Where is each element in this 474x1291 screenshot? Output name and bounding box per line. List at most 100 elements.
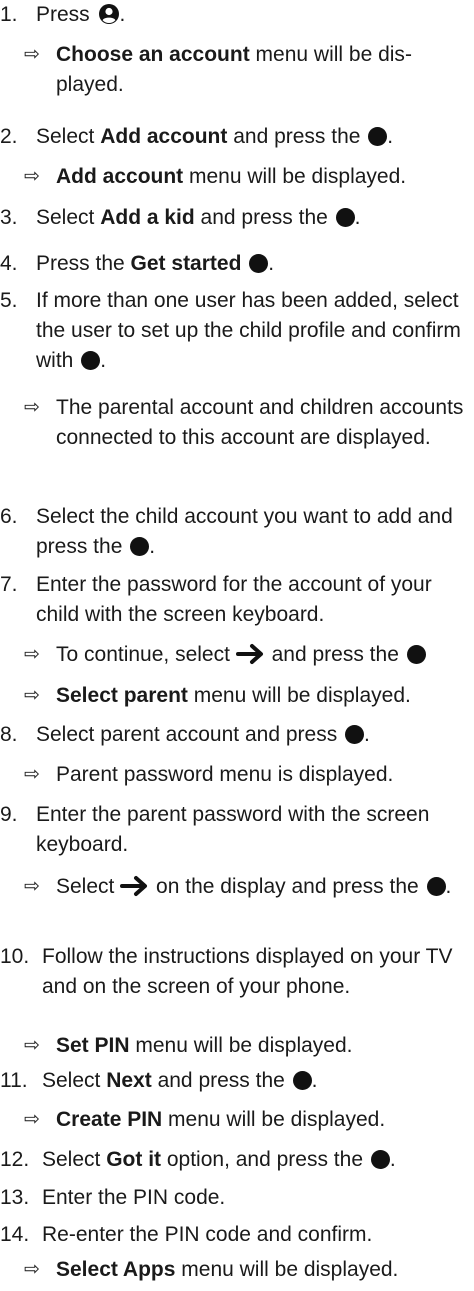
ok-button-icon <box>426 877 446 896</box>
text-run: Select <box>42 1148 107 1171</box>
step-number: 6. <box>0 505 18 528</box>
step-item: 10. Follow the instructions displayed on … <box>0 942 470 1002</box>
text-run <box>241 252 247 275</box>
ok-button-icon <box>406 645 426 664</box>
item-text: Select parent account and press . <box>36 723 370 746</box>
step-number: 5. <box>0 289 18 312</box>
text-run: Follow the instructions displayed on you… <box>42 945 453 998</box>
step-number: 1. <box>0 3 18 26</box>
ok-button-icon <box>368 127 388 146</box>
text-run: . <box>149 535 156 558</box>
result-arrow-icon: ⇨ <box>24 644 40 665</box>
step-item: 11. Select Next and press the . <box>0 1066 470 1096</box>
text-run: The parental account and children ac­cou… <box>56 396 464 449</box>
text-run: Enter the parent password with the scree… <box>36 803 430 856</box>
item-text: Enter the PIN code. <box>42 1186 225 1209</box>
menu-name: Add a kid <box>100 206 195 229</box>
instruction-list: 1. Press . ⇨ Choose an account menu will be… <box>0 0 474 1291</box>
text-run: Parent password menu is displayed. <box>56 763 394 786</box>
ok-button-icon <box>249 254 269 273</box>
text-run: Enter the password for the account of yo… <box>36 573 432 626</box>
result-item: ⇨ Set PIN menu will be displayed. <box>0 1031 470 1061</box>
item-text: Select Next and press the . <box>42 1069 318 1092</box>
item-text: Set PIN menu will be displayed. <box>56 1034 352 1057</box>
text-run: and press the <box>227 125 367 148</box>
result-item: ⇨ Select on the display and press the . <box>0 872 470 902</box>
step-item: 5. If more than one user has been added, … <box>0 286 470 376</box>
item-text: Parent password menu is displayed. <box>56 763 393 786</box>
result-arrow-icon: ⇨ <box>24 397 40 418</box>
step-number: 10. <box>0 945 30 968</box>
item-text: Select the child account you want to add… <box>36 505 453 558</box>
text-run: . <box>364 723 370 746</box>
text-run: and press the <box>265 643 405 666</box>
ok-button-icon <box>81 351 101 370</box>
text-run: on the display and press the <box>150 875 425 898</box>
item-text: The parental account and children ac­cou… <box>56 396 463 449</box>
text-run: Press the <box>36 252 131 275</box>
step-item: 2. Select Add account and press the . <box>0 122 470 152</box>
menu-name: Set PIN <box>56 1034 130 1057</box>
result-arrow-icon: ⇨ <box>24 44 40 65</box>
text-run: and press the <box>194 206 334 229</box>
text-run: Press <box>36 3 96 26</box>
profile-icon <box>98 4 119 24</box>
menu-name: Select parent <box>56 684 188 707</box>
text-run: . <box>100 349 107 372</box>
text-run: Select parent account and press <box>36 723 344 746</box>
step-number: 9. <box>0 803 18 826</box>
result-arrow-icon: ⇨ <box>24 876 40 897</box>
step-item: 4. Press the Get started . <box>0 249 470 279</box>
text-run: Select <box>36 206 101 229</box>
result-arrow-icon: ⇨ <box>24 1259 40 1280</box>
result-arrow-icon: ⇨ <box>24 764 40 785</box>
result-item: ⇨ Select Apps menu will be displayed. <box>0 1255 470 1285</box>
menu-name: Choose an account <box>56 43 250 66</box>
right-arrow-icon <box>235 644 263 664</box>
step-item: 3. Select Add a kid and press the . <box>0 203 470 233</box>
result-arrow-icon: ⇨ <box>24 1035 40 1056</box>
text-run: . <box>119 3 126 26</box>
item-text: Enter the parent password with the scree… <box>36 803 429 856</box>
menu-name: Next <box>106 1069 152 1092</box>
text-run: menu will be displayed. <box>162 1108 386 1131</box>
text-run: menu will be displayed. <box>129 1034 353 1057</box>
text-run: and press the <box>151 1069 291 1092</box>
text-run: Select <box>36 125 101 148</box>
menu-name: Add account <box>100 125 228 148</box>
item-text: Select Apps menu will be displayed. <box>56 1258 398 1281</box>
result-arrow-icon: ⇨ <box>24 166 40 187</box>
step-item: 12. Select Got it option, and press the . <box>0 1145 470 1175</box>
item-text: Press . <box>36 3 125 26</box>
text-run: menu will be displayed. <box>175 1258 399 1281</box>
text-run: . <box>311 1069 318 1092</box>
text-run: option, and press the <box>161 1148 369 1171</box>
menu-name: Select Apps <box>56 1258 176 1281</box>
step-number: 12. <box>0 1148 30 1171</box>
item-text: Choose an account menu will be dis­playe… <box>56 43 412 96</box>
text-run: . <box>268 252 275 275</box>
result-item: ⇨ Create PIN menu will be displayed. <box>0 1105 470 1135</box>
step-item: 8. Select parent account and press . <box>0 720 470 750</box>
text-run: Enter the PIN code. <box>42 1186 226 1209</box>
item-text: Select Add a kid and press the . <box>36 206 360 229</box>
menu-name: Create PIN <box>56 1108 163 1131</box>
text-run: Re-enter the PIN code and confirm. <box>42 1223 373 1246</box>
item-text: Enter the password for the account of yo… <box>36 573 432 626</box>
text-run: Select <box>56 875 121 898</box>
result-item: ⇨ Parent password menu is displayed. <box>0 760 470 790</box>
step-number: 4. <box>0 252 18 275</box>
item-text: Press the Get started . <box>36 252 274 275</box>
text-run: menu will be displayed. <box>183 165 407 188</box>
text-run: menu will be displayed. <box>187 684 411 707</box>
item-text: Select Add account and press the . <box>36 125 393 148</box>
item-text: Select parent menu will be displayed. <box>56 684 411 707</box>
result-item: ⇨ To continue, select and press the <box>0 640 470 670</box>
result-item: ⇨ Choose an account menu will be dis­play… <box>0 40 470 100</box>
text-run: Select the child account you want to add… <box>36 505 453 558</box>
menu-name: Add account <box>56 165 184 188</box>
text-run: . <box>354 206 361 229</box>
result-arrow-icon: ⇨ <box>24 1109 40 1130</box>
result-item: ⇨ The parental account and children ac­co… <box>0 393 470 453</box>
text-run: . <box>387 125 394 148</box>
